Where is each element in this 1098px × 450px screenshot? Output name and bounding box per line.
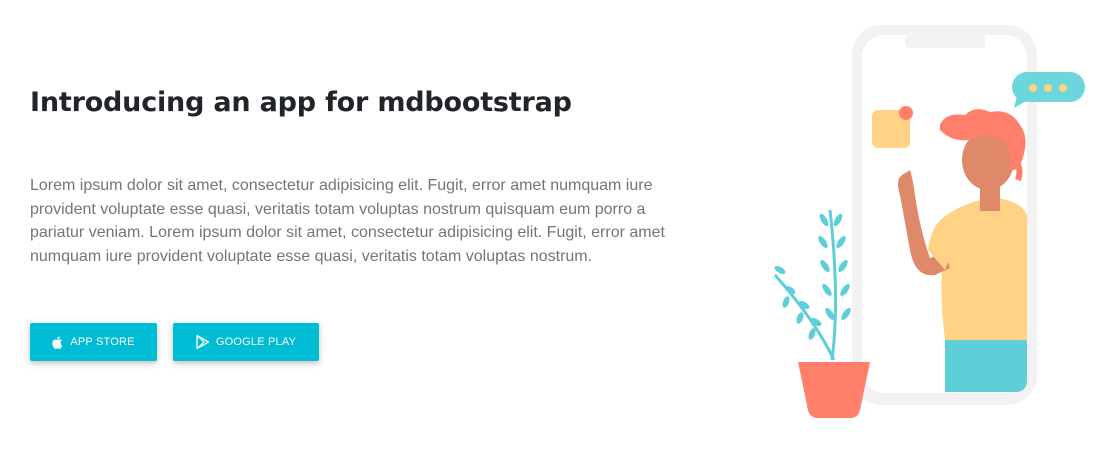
app-store-button[interactable]: APP STORE <box>30 323 157 361</box>
intro-description: Lorem ipsum dolor sit amet, consectetur … <box>30 177 665 265</box>
app-store-label: APP STORE <box>70 336 135 348</box>
page-title: Introducing an app for mdbootstrap <box>30 87 572 118</box>
google-play-icon <box>196 335 209 349</box>
notification-icon <box>872 106 913 148</box>
google-play-label: GOOGLE PLAY <box>215 336 297 348</box>
app-intro-section: Introducing an app for mdbootstrap Lorem… <box>0 0 1098 450</box>
chat-bubble-icon <box>1012 72 1085 108</box>
phone-illustration <box>773 25 1085 418</box>
google-play-button[interactable]: GOOGLE PLAY <box>173 323 319 361</box>
apple-icon <box>52 336 63 349</box>
